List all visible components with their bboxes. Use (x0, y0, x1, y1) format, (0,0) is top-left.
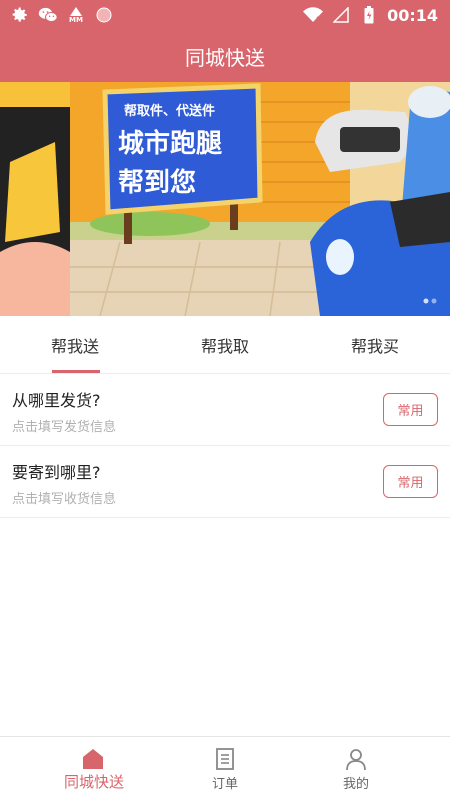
nav-label-orders: 订单 (211, 777, 238, 792)
status-right-icons: 00:14 (303, 5, 438, 25)
mm-icon: MM (66, 5, 86, 25)
status-bar: MM 00:14 (0, 0, 450, 30)
service-tabs: 帮我送 帮我取 帮我买 (0, 316, 450, 374)
status-left-icons: MM (10, 5, 114, 25)
wifi-icon (303, 5, 324, 25)
nav-label-home: 同城快送 (63, 773, 124, 791)
banner-sign: 帮取件、代送件 城市跑腿 帮到您 (118, 100, 253, 208)
home-icon (81, 747, 105, 771)
tab-buy[interactable]: 帮我买 (300, 316, 450, 374)
sender-title: 从哪里发货? (12, 391, 101, 410)
receiver-hint: 点击填写收货信息 (12, 492, 117, 507)
tab-send[interactable]: 帮我送 (0, 316, 150, 374)
sender-hint: 点击填写发货信息 (12, 420, 117, 435)
wechat-icon (38, 5, 58, 25)
battery-icon (359, 5, 379, 25)
active-tab-indicator (52, 370, 100, 373)
signal-icon (331, 5, 351, 25)
banner-sign-line3: 帮到您 (118, 168, 197, 198)
title-bar: 同城快送 (0, 30, 450, 82)
document-icon (213, 747, 237, 771)
circle-icon (94, 5, 114, 25)
page-title: 同城快送 (185, 45, 265, 70)
receiver-common-button[interactable]: 常用 (383, 465, 438, 498)
receiver-title: 要寄到哪里? (12, 463, 101, 482)
tab-pickup[interactable]: 帮我取 (150, 316, 300, 374)
nav-item-orders[interactable]: 订单 (150, 737, 300, 800)
bottom-nav: 同城快送 订单 我的 (0, 736, 450, 800)
nav-item-profile[interactable]: 我的 (281, 737, 431, 800)
sender-common-button[interactable]: 常用 (383, 393, 438, 426)
clock: 00:14 (387, 5, 438, 25)
sender-address-row[interactable]: 从哪里发货? 点击填写发货信息 常用 (0, 374, 450, 446)
mm-label: MM (69, 15, 83, 24)
banner-carousel[interactable]: 帮取件、代送件 城市跑腿 帮到您 (0, 82, 450, 316)
banner-sign-line1: 帮取件、代送件 (124, 104, 216, 119)
nav-item-home[interactable]: 同城快送 (19, 737, 169, 800)
receiver-address-row[interactable]: 要寄到哪里? 点击填写收货信息 常用 (0, 446, 450, 518)
nav-label-profile: 我的 (342, 777, 369, 792)
person-icon (344, 747, 368, 771)
gear-icon (10, 5, 30, 25)
banner-sign-line2: 城市跑腿 (118, 129, 223, 159)
